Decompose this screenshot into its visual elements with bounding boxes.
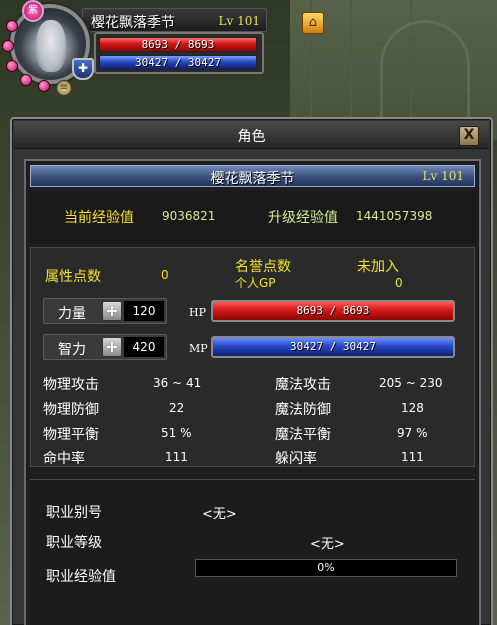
hud-name-bar: 樱花飘落季节 Lv 101 bbox=[82, 8, 267, 32]
hud-level: Lv 101 bbox=[218, 14, 260, 28]
shield-icon[interactable]: ✚ bbox=[72, 58, 94, 80]
gem-icon bbox=[38, 80, 50, 92]
evasion-label: 躲闪率 bbox=[275, 451, 317, 467]
job-panel: 职业别号 <无> 职业等级 <无> 职业经验值 bbox=[30, 479, 475, 625]
accuracy-value: 111 bbox=[165, 450, 188, 464]
magic-balance-value: 97 % bbox=[397, 426, 428, 440]
physical-attack-label: 物理攻击 bbox=[43, 377, 99, 393]
strength-value: 120 bbox=[124, 301, 164, 321]
honor-points-label: 名誉点数 bbox=[235, 259, 291, 275]
job-exp-text: 0% bbox=[317, 561, 335, 574]
gem-icon bbox=[6, 60, 18, 72]
physical-attack-value: 36 ~ 41 bbox=[153, 376, 202, 390]
stats-panel: 属性点数 0 名誉点数 未加入 个人GP 0 力量 + 120 HP 8693 … bbox=[30, 247, 475, 467]
event-icon[interactable]: ⌂ bbox=[302, 12, 324, 34]
strength-label: 力量 bbox=[58, 306, 86, 322]
add-intelligence-button[interactable]: + bbox=[102, 337, 122, 357]
physical-defense-label: 物理防御 bbox=[43, 402, 99, 418]
magic-attack-label: 魔法攻击 bbox=[275, 377, 331, 393]
character-level: Lv 101 bbox=[422, 169, 464, 183]
hud-bars: 8693 / 8693 30427 / 30427 bbox=[94, 32, 264, 74]
window-titlebar[interactable]: 角色 X bbox=[14, 121, 489, 149]
character-header: 樱花飘落季节 Lv 101 bbox=[30, 165, 475, 187]
background-arch bbox=[380, 20, 470, 120]
strength-stat: 力量 + 120 bbox=[43, 298, 167, 324]
menu-icon[interactable]: ≡ bbox=[56, 80, 72, 96]
attr-points-label: 属性点数 bbox=[45, 269, 101, 285]
mp-tag: MP bbox=[189, 342, 208, 355]
physical-balance-label: 物理平衡 bbox=[43, 427, 99, 443]
add-strength-button[interactable]: + bbox=[102, 301, 122, 321]
current-exp-value: 9036821 bbox=[162, 209, 216, 223]
next-exp-label: 升级经验值 bbox=[268, 210, 338, 226]
experience-row: 当前经验值 9036821 升级经验值 1441057398 bbox=[30, 191, 475, 243]
window-title: 角色 bbox=[237, 129, 266, 145]
gem-icon bbox=[6, 20, 18, 32]
character-name: 樱花飘落季节 bbox=[210, 171, 295, 187]
physical-defense-value: 22 bbox=[169, 401, 185, 415]
hud-hp-bar: 8693 / 8693 bbox=[99, 37, 257, 52]
evasion-value: 111 bbox=[401, 450, 424, 464]
job-level-label: 职业等级 bbox=[46, 535, 102, 551]
gem-icon bbox=[2, 40, 14, 52]
job-exp-label: 职业经验值 bbox=[46, 569, 116, 585]
hud-mp-bar: 30427 / 30427 bbox=[99, 55, 257, 70]
accuracy-label: 命中率 bbox=[43, 451, 85, 467]
gp-label: 个人GP bbox=[235, 276, 276, 290]
intelligence-stat: 智力 + 420 bbox=[43, 334, 167, 360]
honor-points-value: 未加入 bbox=[357, 259, 399, 275]
hud-character-name: 樱花飘落季节 bbox=[91, 15, 175, 31]
attr-points-value: 0 bbox=[161, 268, 169, 282]
hp-bar-fill: 8693 / 8693 bbox=[213, 302, 453, 320]
current-exp-label: 当前经验值 bbox=[64, 210, 134, 226]
character-panel: 樱花飘落季节 Lv 101 当前经验值 9036821 升级经验值 144105… bbox=[24, 159, 481, 625]
status-badge[interactable]: 紫 bbox=[22, 0, 44, 22]
close-button[interactable]: X bbox=[459, 126, 479, 146]
mp-bar: 30427 / 30427 bbox=[211, 336, 455, 358]
gem-icon bbox=[20, 74, 32, 86]
job-alias-label: 职业别号 bbox=[46, 505, 102, 521]
physical-balance-value: 51 % bbox=[161, 426, 192, 440]
mp-bar-fill: 30427 / 30427 bbox=[213, 338, 453, 356]
gp-value: 0 bbox=[395, 276, 403, 290]
hp-tag: HP bbox=[189, 306, 206, 319]
job-level-value: <无> bbox=[310, 537, 345, 552]
magic-defense-label: 魔法防御 bbox=[275, 402, 331, 418]
intelligence-label: 智力 bbox=[58, 342, 86, 358]
intelligence-value: 420 bbox=[124, 337, 164, 357]
magic-attack-value: 205 ~ 230 bbox=[379, 376, 443, 390]
character-window: 角色 X 樱花飘落季节 Lv 101 当前经验值 9036821 升级经验值 1… bbox=[10, 117, 493, 625]
hp-bar: 8693 / 8693 bbox=[211, 300, 455, 322]
next-exp-value: 1441057398 bbox=[356, 209, 433, 223]
magic-balance-label: 魔法平衡 bbox=[275, 427, 331, 443]
magic-defense-value: 128 bbox=[401, 401, 424, 415]
job-exp-bar: 0% bbox=[195, 559, 457, 577]
job-alias-value: <无> bbox=[202, 507, 237, 522]
character-hud: 樱花飘落季节 Lv 101 8693 / 8693 30427 / 30427 … bbox=[0, 0, 270, 100]
